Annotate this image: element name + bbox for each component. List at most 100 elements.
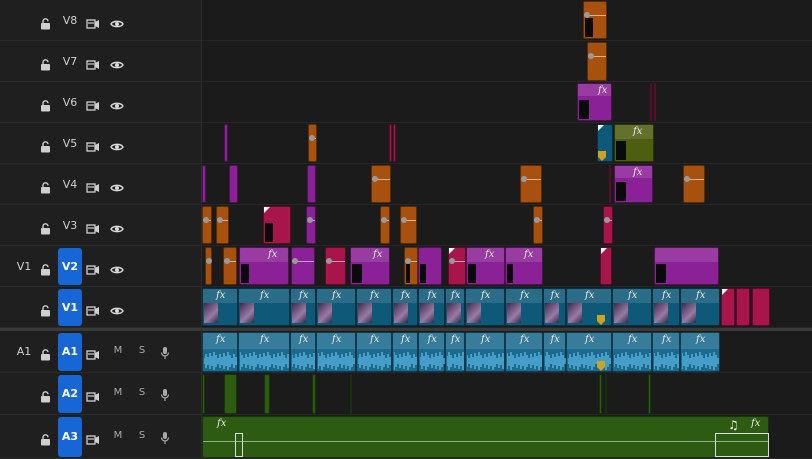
clip[interactable] — [308, 124, 317, 162]
clip[interactable] — [533, 206, 543, 244]
clip[interactable] — [654, 247, 719, 285]
clip[interactable] — [583, 1, 607, 39]
track-name-v8[interactable]: V8 — [62, 14, 78, 27]
clip[interactable] — [202, 206, 212, 244]
audio-clip[interactable]: fx — [566, 332, 612, 372]
clip[interactable] — [603, 206, 613, 244]
track-name-v7[interactable]: V7 — [62, 55, 78, 68]
lock-icon[interactable] — [40, 302, 51, 316]
audio-clip[interactable] — [599, 374, 602, 414]
solo-button[interactable]: S — [137, 387, 147, 398]
sync-lock-icon[interactable] — [86, 431, 100, 445]
audio-clip[interactable]: fx — [238, 332, 290, 372]
source-patch-v1[interactable]: V1 — [14, 260, 34, 273]
clip[interactable] — [393, 124, 396, 162]
sync-lock-icon[interactable] — [86, 97, 100, 111]
audio-clip[interactable]: fx — [392, 332, 418, 372]
track-target-a2[interactable]: A2 — [58, 375, 82, 413]
sync-lock-icon[interactable] — [86, 302, 100, 316]
track-name-v3[interactable]: V3 — [62, 219, 78, 232]
clip[interactable] — [609, 165, 611, 203]
clip[interactable] — [229, 165, 238, 203]
clip[interactable] — [223, 247, 237, 285]
audio-clip[interactable]: fx — [202, 332, 238, 372]
lock-icon[interactable] — [40, 97, 51, 111]
video-clip[interactable]: fx — [418, 288, 445, 326]
mute-button[interactable]: M — [113, 387, 123, 398]
video-clip[interactable] — [736, 288, 750, 326]
lock-icon[interactable] — [40, 388, 51, 403]
video-clip[interactable]: fx — [543, 288, 566, 326]
audio-clip[interactable] — [264, 374, 270, 414]
clip[interactable]: fx — [614, 165, 653, 203]
video-clip[interactable] — [721, 288, 735, 326]
audio-clip[interactable]: fx — [680, 332, 720, 372]
sync-lock-icon[interactable] — [86, 388, 100, 402]
eye-icon[interactable] — [110, 261, 124, 273]
lock-icon[interactable] — [40, 179, 51, 193]
audio-clip[interactable]: fx — [316, 332, 356, 372]
clip[interactable] — [380, 206, 390, 244]
video-clip[interactable]: fx — [316, 288, 356, 326]
video-clip[interactable]: fx — [290, 288, 316, 326]
audio-clip[interactable] — [312, 374, 316, 414]
clip[interactable]: fx — [614, 124, 654, 162]
track-name-v6[interactable]: V6 — [62, 96, 78, 109]
track-target-v1[interactable]: V1 — [58, 289, 82, 326]
clip[interactable]: fx — [466, 247, 505, 285]
track-target-v2[interactable]: V2 — [58, 248, 82, 285]
clip[interactable] — [202, 165, 206, 203]
clip[interactable]: fx — [577, 83, 612, 121]
clip[interactable]: fx — [350, 247, 390, 285]
lock-icon[interactable] — [40, 15, 51, 29]
video-clip[interactable]: fx — [505, 288, 543, 326]
video-clip[interactable]: fx — [612, 288, 652, 326]
eye-icon[interactable] — [110, 302, 124, 314]
solo-button[interactable]: S — [137, 345, 147, 356]
lock-icon[interactable] — [40, 56, 51, 70]
sync-lock-icon[interactable] — [86, 56, 100, 70]
clip[interactable] — [400, 206, 417, 244]
audio-clip[interactable] — [605, 374, 607, 414]
lock-icon[interactable] — [40, 261, 51, 275]
clip[interactable] — [650, 83, 652, 121]
microphone-icon[interactable] — [160, 387, 170, 401]
audio-clip[interactable]: fx — [356, 332, 392, 372]
clip[interactable] — [263, 206, 291, 244]
music-clip[interactable]: fx ♫ fx — [202, 416, 769, 458]
clip[interactable] — [654, 83, 656, 121]
selection-box[interactable] — [715, 433, 769, 457]
clip[interactable] — [205, 247, 212, 285]
audio-clip[interactable]: fx — [505, 332, 543, 372]
microphone-icon[interactable] — [160, 345, 170, 359]
sync-lock-icon[interactable] — [86, 346, 100, 360]
video-clip[interactable]: fx — [445, 288, 465, 326]
source-patch-a1[interactable]: A1 — [14, 345, 34, 358]
solo-button[interactable]: S — [137, 430, 147, 441]
lock-icon[interactable] — [40, 220, 51, 234]
eye-icon[interactable] — [110, 220, 124, 232]
audio-clip[interactable]: fx — [418, 332, 445, 372]
clip[interactable] — [587, 42, 607, 81]
video-clip[interactable]: fx — [680, 288, 720, 326]
eye-icon[interactable] — [110, 97, 124, 109]
clip[interactable] — [371, 165, 391, 203]
audio-clip[interactable]: fx — [652, 332, 680, 372]
video-clip[interactable]: fx — [652, 288, 680, 326]
microphone-icon[interactable] — [160, 430, 170, 444]
audio-clip[interactable] — [648, 374, 651, 414]
track-name-v4[interactable]: V4 — [62, 178, 78, 191]
audio-clip[interactable] — [224, 374, 237, 414]
track-target-a3[interactable]: A3 — [58, 417, 82, 457]
clip[interactable] — [683, 165, 705, 203]
eye-icon[interactable] — [110, 138, 124, 150]
audio-clip[interactable] — [202, 374, 205, 414]
video-clip[interactable]: fx — [465, 288, 505, 326]
video-clip[interactable]: fx — [202, 288, 238, 326]
audio-clip[interactable]: fx — [445, 332, 465, 372]
sync-lock-icon[interactable] — [86, 15, 100, 29]
audio-clip[interactable]: fx — [612, 332, 652, 372]
track-name-v5[interactable]: V5 — [62, 137, 78, 150]
clip[interactable] — [325, 247, 346, 285]
sync-lock-icon[interactable] — [86, 220, 100, 234]
